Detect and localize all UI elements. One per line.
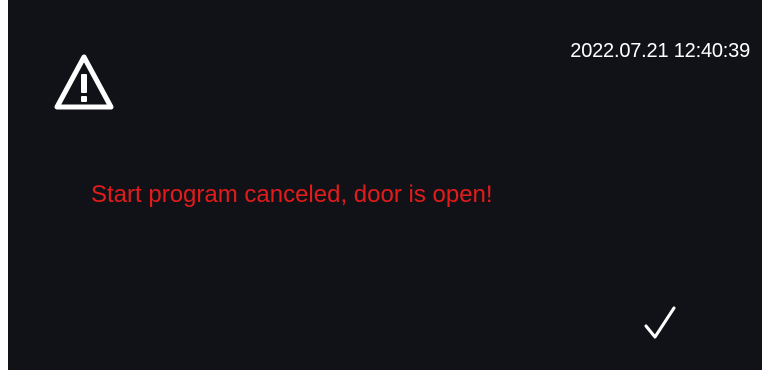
error-message: Start program canceled, door is open! bbox=[91, 181, 493, 208]
datetime-display: 2022.07.21 12:40:39 bbox=[570, 40, 750, 62]
confirm-button[interactable] bbox=[630, 298, 690, 348]
checkmark-icon bbox=[644, 306, 676, 339]
warning-triangle-icon bbox=[52, 52, 116, 112]
alert-screen: 2022.07.21 12:40:39 Start program cancel… bbox=[8, 0, 762, 370]
